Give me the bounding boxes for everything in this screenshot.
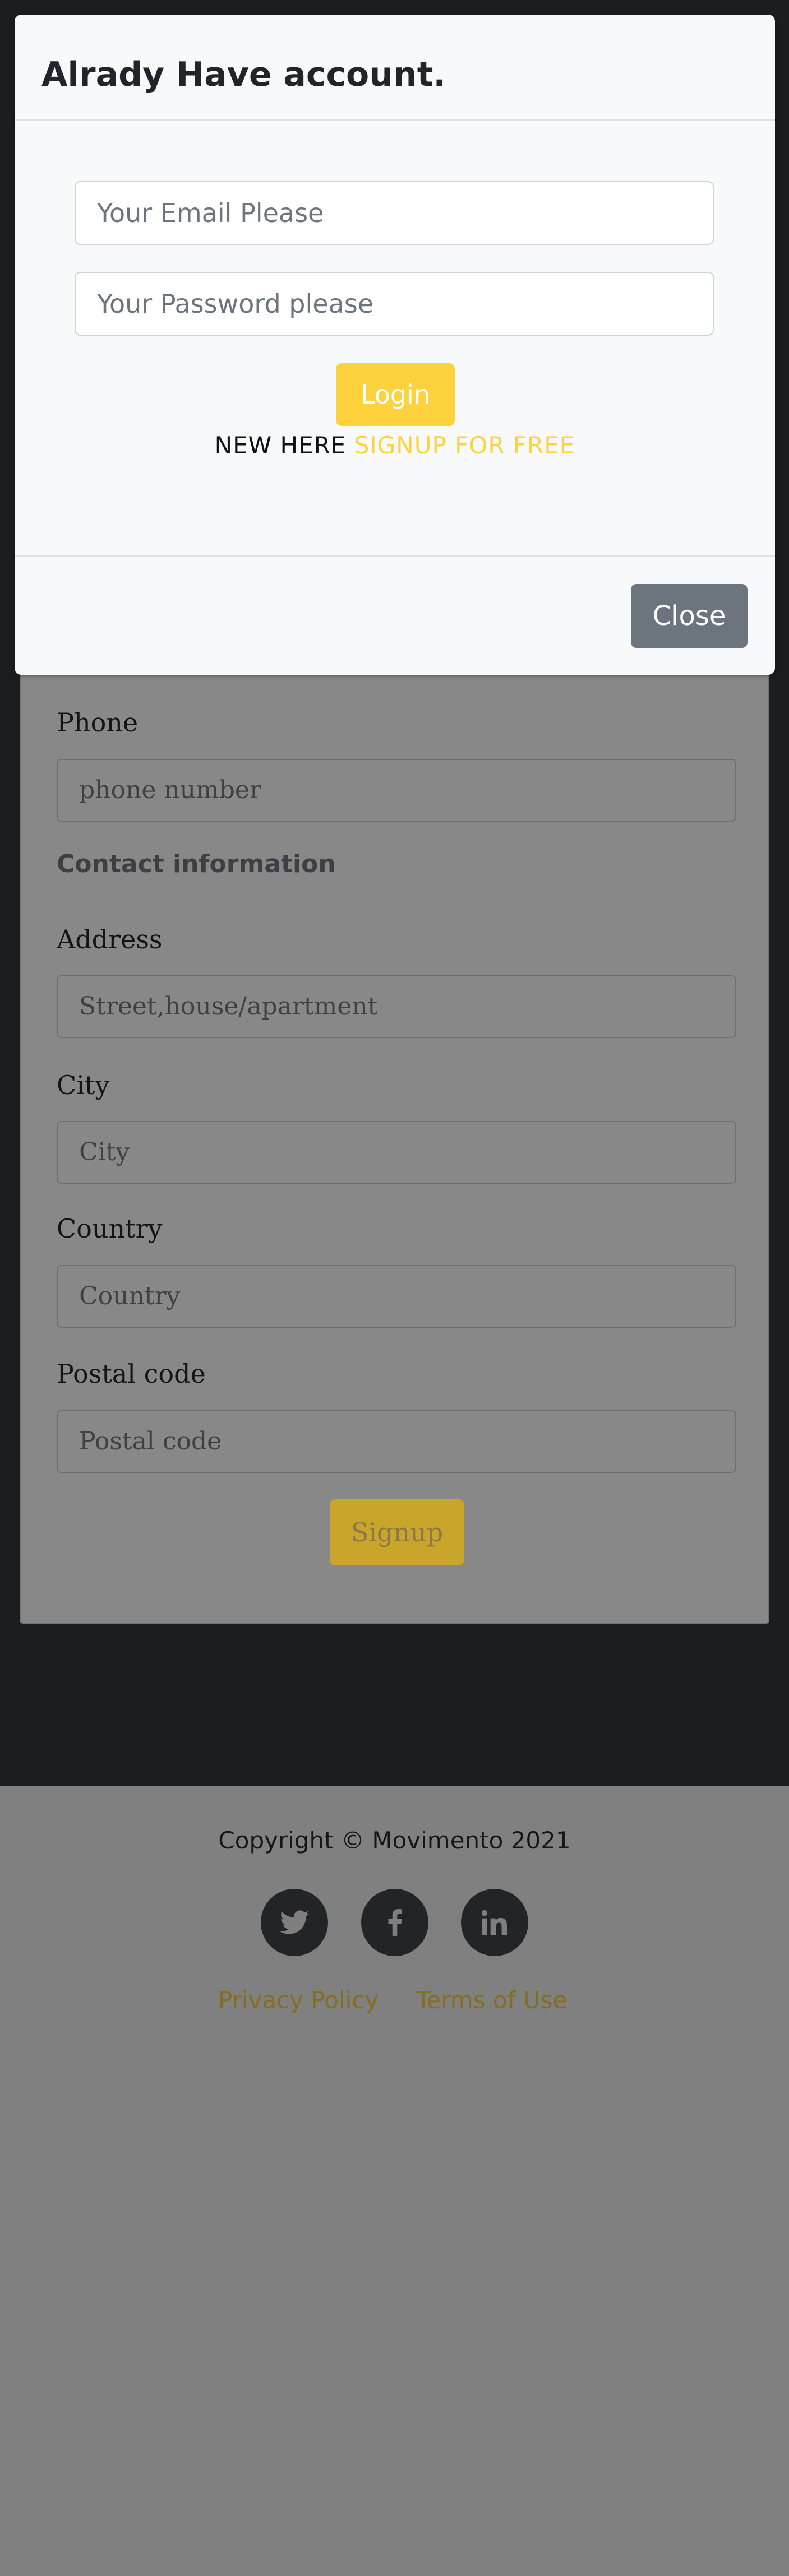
signup-for-free-link[interactable]: SIGNUP FOR FREE — [354, 432, 575, 459]
phone-label: Phone — [57, 707, 139, 738]
signup-form-card: Phone phone number Contact information A… — [20, 622, 769, 1624]
login-modal: Alrady Have account. Login NEW HERE SIGN… — [15, 15, 775, 675]
modal-header-divider — [15, 119, 775, 121]
login-button[interactable]: Login — [336, 363, 455, 426]
copyright-text: Copyright © Movimento 2021 — [218, 1827, 571, 1854]
email-input[interactable] — [75, 181, 714, 245]
footer: Copyright © Movimento 2021 Privacy Polic… — [0, 1786, 789, 2576]
close-button[interactable]: Close — [631, 584, 748, 648]
modal-footer-divider — [15, 555, 775, 557]
address-label: Address — [57, 924, 163, 955]
postal-code-input[interactable]: Postal code — [57, 1410, 736, 1473]
signup-button[interactable]: Signup — [330, 1499, 464, 1565]
country-input[interactable]: Country — [57, 1265, 736, 1328]
postal-code-label: Postal code — [57, 1359, 206, 1389]
terms-of-use-link[interactable]: Terms of Use — [416, 1986, 567, 2014]
contact-information-heading: Contact information — [57, 850, 336, 878]
privacy-policy-link[interactable]: Privacy Policy — [218, 1986, 379, 2014]
address-input[interactable]: Street,house/apartment — [57, 975, 736, 1038]
city-input[interactable]: City — [57, 1121, 736, 1184]
twitter-icon[interactable] — [261, 1889, 328, 1956]
password-input[interactable] — [75, 272, 714, 336]
facebook-icon[interactable] — [361, 1889, 428, 1956]
country-label: Country — [57, 1213, 163, 1244]
phone-input[interactable]: phone number — [57, 759, 736, 822]
city-label: City — [57, 1070, 110, 1100]
linkedin-icon[interactable] — [461, 1889, 528, 1956]
new-here-text: NEW HERE SIGNUP FOR FREE — [15, 432, 775, 459]
modal-title: Alrady Have account. — [41, 55, 446, 94]
new-here-label: NEW HERE — [214, 432, 347, 459]
